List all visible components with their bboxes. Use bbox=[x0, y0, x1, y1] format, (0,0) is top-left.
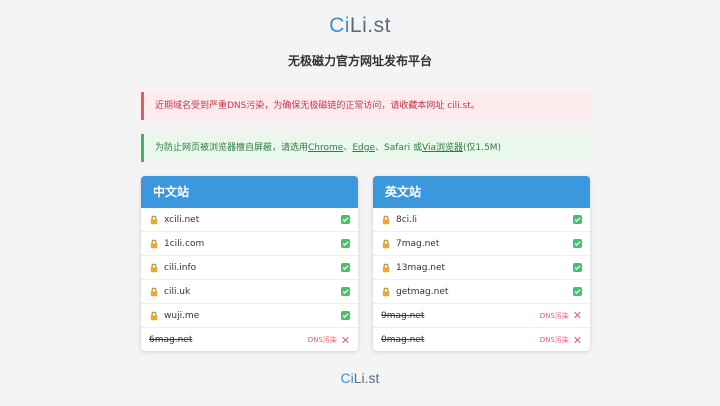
blocked-domain: 0mag.net bbox=[381, 335, 425, 345]
check-icon bbox=[341, 263, 350, 272]
blocked-domain-row: 9mag.net DNS污染 ✕ bbox=[373, 304, 590, 328]
domain-row[interactable]: cili.uk bbox=[141, 280, 358, 304]
domain-row[interactable]: getmag.net bbox=[373, 280, 590, 304]
via-browser-link[interactable]: Via浏览器 bbox=[422, 143, 463, 153]
dns-warning-alert: 近期域名受到严重DNS污染，为确保无极磁链的正常访问，请收藏本网址 cili.s… bbox=[141, 92, 590, 120]
check-icon bbox=[341, 311, 350, 320]
cn-site-card: 中文站 xcili.net 1cili.com cili.info cili.u… bbox=[141, 176, 358, 351]
page-subtitle: 无极磁力官方网址发布平台 bbox=[287, 54, 432, 68]
domain-link[interactable]: wuji.me bbox=[164, 311, 341, 321]
blocked-domain: 6mag.net bbox=[149, 335, 193, 345]
footer-logo[interactable]: CiLi.st bbox=[0, 370, 720, 386]
lock-icon bbox=[150, 287, 158, 296]
domain-link[interactable]: xcili.net bbox=[164, 215, 341, 225]
footer-logo-prefix: Ci bbox=[340, 370, 354, 386]
blocked-domain-row: 6mag.net DNS污染 ✕ bbox=[141, 328, 358, 351]
logo-prefix: Ci bbox=[329, 14, 350, 37]
edge-link[interactable]: Edge bbox=[352, 143, 375, 153]
domain-row[interactable]: 8ci.li bbox=[373, 208, 590, 232]
dns-polluted-badge: DNS污染 bbox=[307, 336, 337, 344]
check-icon bbox=[573, 215, 582, 224]
logo-suffix: Li.st bbox=[349, 14, 391, 37]
domain-row[interactable]: 1cili.com bbox=[141, 232, 358, 256]
blocked-domain: 9mag.net bbox=[381, 310, 425, 321]
domain-link[interactable]: getmag.net bbox=[396, 287, 573, 297]
lock-icon bbox=[150, 263, 158, 272]
lock-icon bbox=[382, 287, 390, 296]
check-icon bbox=[573, 287, 582, 296]
cn-site-title: 中文站 bbox=[141, 176, 358, 208]
domain-link[interactable]: 13mag.net bbox=[396, 263, 573, 273]
browser-tip-sep1: 、 bbox=[343, 143, 353, 153]
dns-polluted-badge: DNS污染 bbox=[539, 336, 569, 344]
domain-row[interactable]: cili.info bbox=[141, 256, 358, 280]
footer-logo-suffix: Li.st bbox=[353, 370, 380, 386]
domain-link[interactable]: cili.info bbox=[164, 263, 341, 273]
en-site-card: 英文站 8ci.li 7mag.net 13mag.net getmag.net… bbox=[373, 176, 590, 351]
close-icon: ✕ bbox=[572, 309, 582, 322]
domain-link[interactable]: 1cili.com bbox=[164, 239, 341, 249]
browser-tip-prefix: 为防止网页被浏览器擅自屏蔽，请选用 bbox=[155, 143, 309, 153]
lock-icon bbox=[382, 263, 390, 272]
lock-icon bbox=[382, 215, 390, 224]
check-icon bbox=[341, 215, 350, 224]
lock-icon bbox=[150, 215, 158, 224]
browser-tip-alert: 为防止网页被浏览器擅自屏蔽，请选用Chrome、Edge、Safari 或Via… bbox=[141, 134, 590, 162]
chrome-link[interactable]: Chrome bbox=[308, 143, 343, 153]
browser-tip-sep2: 、Safari 或 bbox=[375, 143, 422, 153]
domain-row[interactable]: xcili.net bbox=[141, 208, 358, 232]
domain-row[interactable]: 7mag.net bbox=[373, 232, 590, 256]
domain-link[interactable]: 8ci.li bbox=[396, 215, 573, 225]
check-icon bbox=[341, 287, 350, 296]
lock-icon bbox=[150, 311, 158, 320]
lock-icon bbox=[382, 239, 390, 248]
domain-link[interactable]: 7mag.net bbox=[396, 239, 573, 249]
site-logo[interactable]: CiLi.st bbox=[0, 14, 720, 38]
domain-row[interactable]: 13mag.net bbox=[373, 256, 590, 280]
blocked-domain-row: 0mag.net DNS污染 ✕ bbox=[373, 328, 590, 351]
browser-tip-suffix: (仅1.5M) bbox=[462, 143, 502, 153]
close-icon: ✕ bbox=[572, 333, 582, 347]
check-icon bbox=[341, 239, 350, 248]
check-icon bbox=[573, 263, 582, 272]
en-site-title: 英文站 bbox=[373, 176, 590, 208]
close-icon: ✕ bbox=[340, 333, 350, 347]
domain-link[interactable]: cili.uk bbox=[164, 287, 341, 297]
lock-icon bbox=[150, 239, 158, 248]
dns-polluted-badge: DNS污染 bbox=[539, 311, 569, 320]
check-icon bbox=[573, 239, 582, 248]
domain-row[interactable]: wuji.me bbox=[141, 304, 358, 328]
